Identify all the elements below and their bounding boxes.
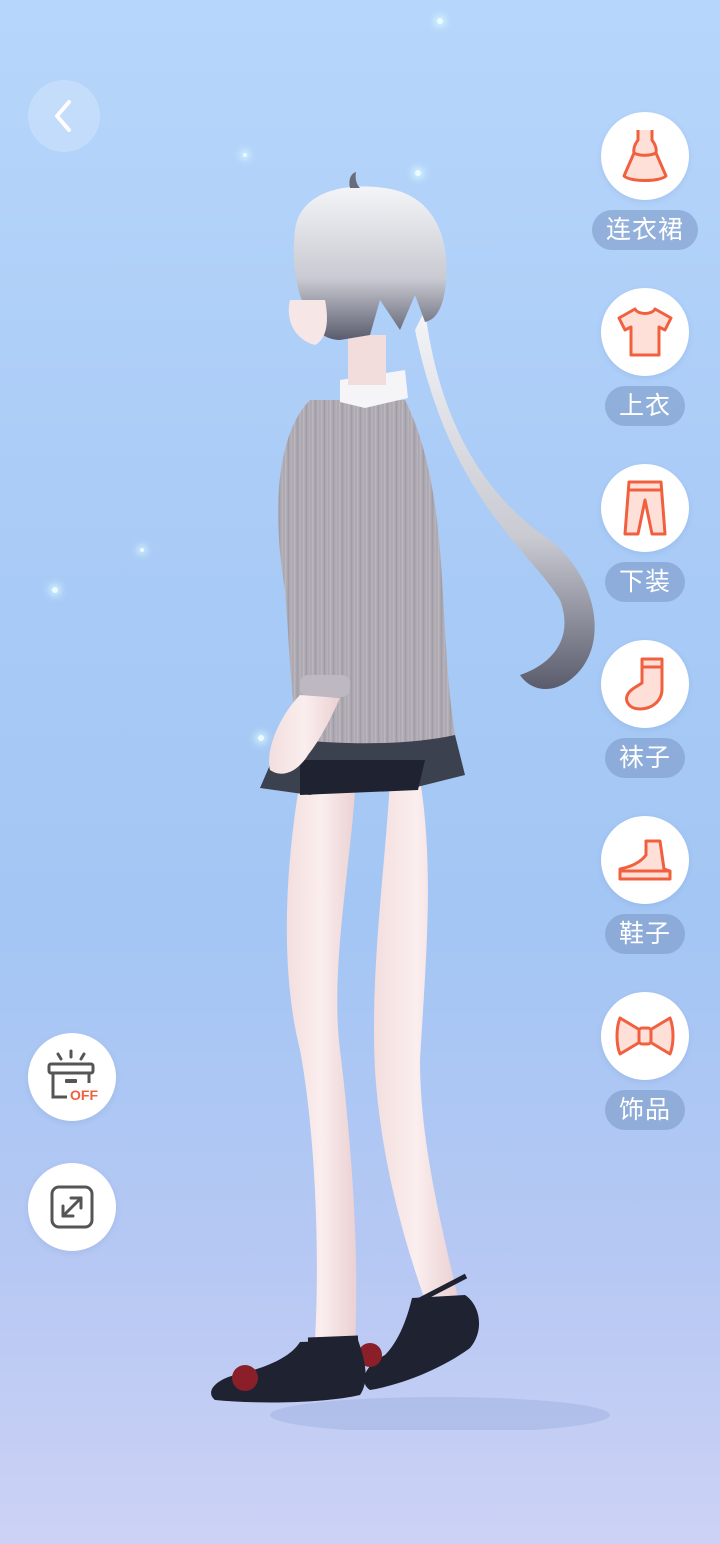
dressing-room-screen: 连衣裙 上衣 下装 袜子 鞋子 饰品 OFF <box>0 0 720 1544</box>
category-shoes[interactable]: 鞋子 <box>590 816 700 956</box>
hide-wardrobe-toggle[interactable]: OFF <box>28 1033 116 1121</box>
sparkle-decoration <box>140 548 144 552</box>
fullscreen-icon <box>50 1185 94 1229</box>
tshirt-icon <box>617 307 673 357</box>
category-socks-button[interactable] <box>601 640 689 728</box>
dress-icon <box>622 130 668 182</box>
avatar-character-model[interactable] <box>190 170 620 1430</box>
category-dress[interactable]: 连衣裙 <box>590 112 700 252</box>
back-button[interactable] <box>28 80 100 152</box>
category-dress-button[interactable] <box>601 112 689 200</box>
category-shoes-button[interactable] <box>601 816 689 904</box>
chevron-left-icon <box>55 100 71 132</box>
category-label: 鞋子 <box>604 914 686 954</box>
category-bottom-button[interactable] <box>601 464 689 552</box>
category-accessories[interactable]: 饰品 <box>590 992 700 1132</box>
category-top[interactable]: 上衣 <box>590 288 700 428</box>
category-bottom[interactable]: 下装 <box>590 464 700 604</box>
category-accessories-button[interactable] <box>601 992 689 1080</box>
sock-icon <box>625 657 664 711</box>
category-label: 袜子 <box>604 738 686 778</box>
pants-icon <box>623 480 667 536</box>
category-socks[interactable]: 袜子 <box>590 640 700 780</box>
sparkle-decoration <box>437 18 443 24</box>
category-label: 饰品 <box>604 1090 686 1130</box>
sparkle-decoration <box>52 587 58 593</box>
bow-icon <box>615 1016 675 1056</box>
category-label: 上衣 <box>604 386 686 426</box>
shoe-icon <box>618 839 672 881</box>
off-badge: OFF <box>70 1087 98 1103</box>
category-label: 下装 <box>604 562 686 602</box>
category-label: 连衣裙 <box>591 210 699 250</box>
category-top-button[interactable] <box>601 288 689 376</box>
sparkle-decoration <box>243 153 247 157</box>
fullscreen-button[interactable] <box>28 1163 116 1251</box>
